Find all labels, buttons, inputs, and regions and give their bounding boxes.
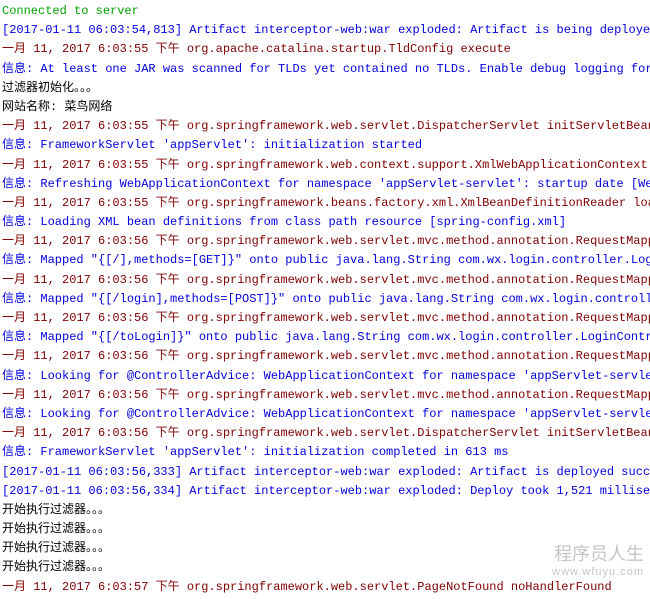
log-line: 开始执行过滤器。。。 bbox=[2, 558, 648, 577]
log-line: 一月 11, 2017 6:03:56 下午 org.springframewo… bbox=[2, 271, 648, 290]
log-line: 一月 11, 2017 6:03:55 下午 org.springframewo… bbox=[2, 156, 648, 175]
log-line: 过滤器初始化。。。 bbox=[2, 79, 648, 98]
log-line: [2017-01-11 06:03:56,333] Artifact inter… bbox=[2, 463, 648, 482]
log-line: 信息: Loading XML bean definitions from cl… bbox=[2, 213, 648, 232]
log-line: 一月 11, 2017 6:03:56 下午 org.springframewo… bbox=[2, 424, 648, 443]
log-line: 信息: Mapped "{[/],methods=[GET]}" onto pu… bbox=[2, 251, 648, 270]
log-line: 信息: FrameworkServlet 'appServlet': initi… bbox=[2, 136, 648, 155]
log-line: 一月 11, 2017 6:03:55 下午 org.apache.catali… bbox=[2, 40, 648, 59]
log-line: 开始执行过滤器。。。 bbox=[2, 539, 648, 558]
log-line: Connected to server bbox=[2, 2, 648, 21]
log-line: 信息: FrameworkServlet 'appServlet': initi… bbox=[2, 443, 648, 462]
log-line: 一月 11, 2017 6:03:57 下午 org.springframewo… bbox=[2, 578, 648, 597]
log-line: [2017-01-11 06:03:54,813] Artifact inter… bbox=[2, 21, 648, 40]
log-line: 一月 11, 2017 6:03:56 下午 org.springframewo… bbox=[2, 386, 648, 405]
log-line: 信息: Mapped "{[/toLogin]}" onto public ja… bbox=[2, 328, 648, 347]
log-line: 信息: At least one JAR was scanned for TLD… bbox=[2, 60, 648, 79]
log-line: 开始执行过滤器。。。 bbox=[2, 520, 648, 539]
log-line: 信息: Mapped "{[/login],methods=[POST]}" o… bbox=[2, 290, 648, 309]
log-line: 信息: Looking for @ControllerAdvice: WebAp… bbox=[2, 367, 648, 386]
log-line: 一月 11, 2017 6:03:56 下午 org.springframewo… bbox=[2, 309, 648, 328]
log-line: 信息: Looking for @ControllerAdvice: WebAp… bbox=[2, 405, 648, 424]
log-line: 一月 11, 2017 6:03:56 下午 org.springframewo… bbox=[2, 232, 648, 251]
log-line: 一月 11, 2017 6:03:55 下午 org.springframewo… bbox=[2, 117, 648, 136]
log-line: 一月 11, 2017 6:03:56 下午 org.springframewo… bbox=[2, 347, 648, 366]
log-line: 信息: Refreshing WebApplicationContext for… bbox=[2, 175, 648, 194]
log-line: 网站名称: 菜鸟网络 bbox=[2, 98, 648, 117]
log-line: 开始执行过滤器。。。 bbox=[2, 501, 648, 520]
log-line: 一月 11, 2017 6:03:55 下午 org.springframewo… bbox=[2, 194, 648, 213]
console-output: Connected to server[2017-01-11 06:03:54,… bbox=[2, 2, 648, 597]
log-line: [2017-01-11 06:03:56,334] Artifact inter… bbox=[2, 482, 648, 501]
